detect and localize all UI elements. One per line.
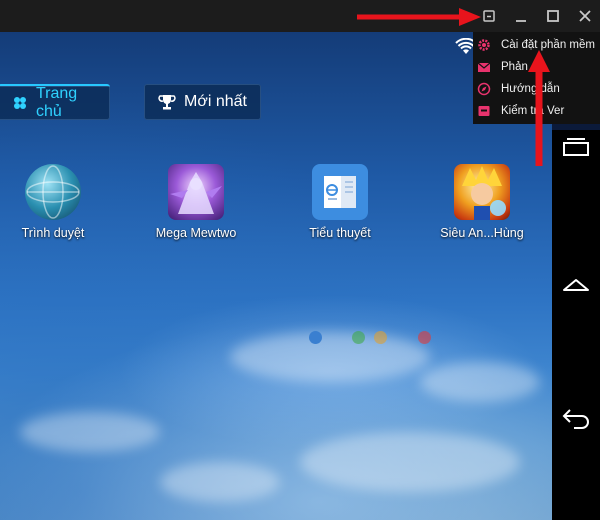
close-icon (579, 10, 591, 22)
app-label: Trình duyệt (21, 226, 85, 240)
app-novel[interactable]: Tiểu thuyết (280, 164, 400, 240)
mewtwo-game-icon (168, 164, 224, 220)
maximize-icon (547, 10, 559, 22)
app-dragon-ball[interactable]: Siêu An...Hùng (422, 164, 542, 240)
ebook-icon (312, 164, 368, 220)
app-mega-mewtwo[interactable]: Mega Mewtwo (136, 164, 256, 240)
back-icon (562, 409, 589, 429)
trophy-icon (158, 93, 176, 111)
mail-icon (477, 60, 491, 74)
globe-icon (25, 164, 81, 220)
android-nav-bar (552, 130, 600, 520)
app-browser[interactable]: Trình duyệt (0, 164, 113, 240)
flower-grid-icon (12, 95, 28, 111)
minimize-icon (516, 20, 526, 22)
update-box-icon (477, 104, 491, 118)
home-icon (563, 279, 589, 291)
menu-item-label: Phản (501, 61, 528, 73)
compass-icon (477, 82, 491, 96)
tab-newest[interactable]: Mới nhất (144, 84, 261, 120)
back-button[interactable] (560, 406, 592, 430)
dragon-ball-game-icon (454, 164, 510, 220)
recent-apps-button[interactable] (560, 134, 592, 158)
page-dot[interactable] (418, 331, 431, 344)
gear-icon (477, 38, 491, 52)
minimize-button[interactable] (511, 6, 531, 26)
annotation-arrow-right (357, 8, 481, 26)
recent-apps-icon (563, 138, 589, 156)
tab-home-label: Trang chủ (36, 85, 78, 120)
maximize-button[interactable] (543, 6, 563, 26)
app-label: Tiểu thuyết (309, 226, 371, 240)
title-bar (0, 0, 600, 32)
home-button[interactable] (560, 272, 592, 296)
app-label: Siêu An...Hùng (440, 226, 524, 240)
page-dot[interactable] (374, 331, 387, 344)
app-label: Mega Mewtwo (155, 226, 237, 240)
tab-home[interactable]: Trang chủ (0, 84, 110, 120)
annotation-arrow-up (528, 50, 550, 166)
tab-newest-label: Mới nhất (184, 93, 247, 110)
close-button[interactable] (575, 6, 595, 26)
page-dot[interactable] (309, 331, 322, 344)
page-dot[interactable] (352, 331, 365, 344)
